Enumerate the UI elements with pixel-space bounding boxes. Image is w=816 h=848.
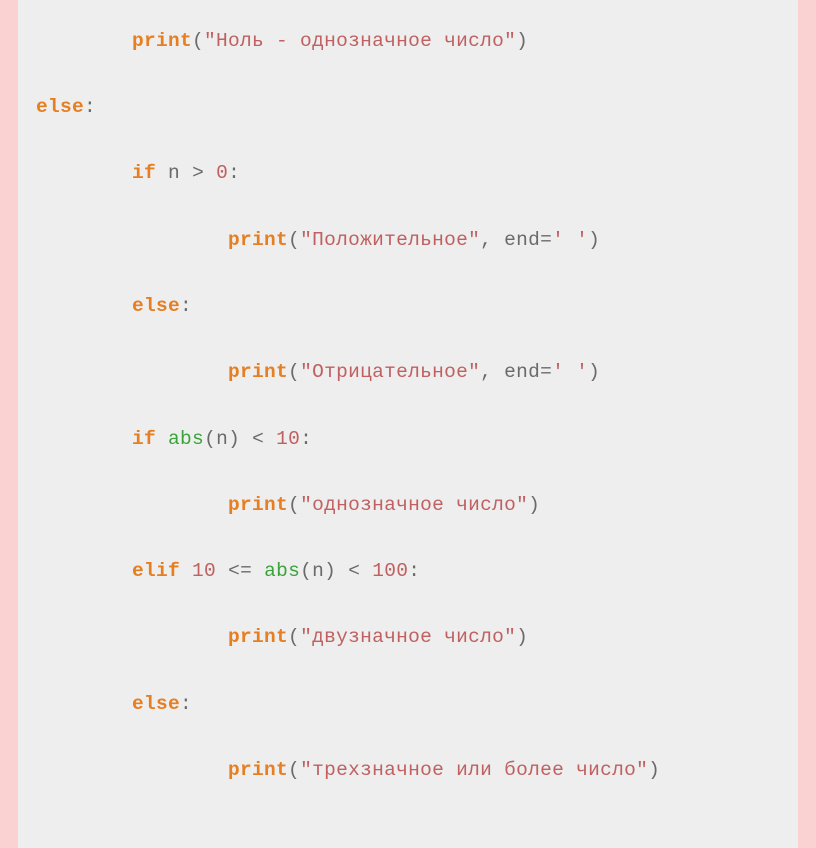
variable: n xyxy=(216,428,228,450)
punct: , xyxy=(480,229,492,251)
punct: ( xyxy=(192,30,204,52)
operator: = xyxy=(540,229,552,251)
operator: > xyxy=(192,162,204,184)
punct: ) xyxy=(516,626,528,648)
keyword: if xyxy=(132,162,156,184)
param: end xyxy=(504,229,540,251)
punct: ( xyxy=(288,759,300,781)
call: print xyxy=(228,229,288,251)
punct: ( xyxy=(204,428,216,450)
punct: ) xyxy=(516,30,528,52)
operator: = xyxy=(540,361,552,383)
number: 0 xyxy=(216,162,228,184)
punct: : xyxy=(180,295,192,317)
call: print xyxy=(228,626,288,648)
code-line: else: xyxy=(36,688,780,721)
code-line: print("Положительное", end=' ') xyxy=(36,224,780,257)
code-line: print("двузначное число") xyxy=(36,621,780,654)
code-line: else: xyxy=(36,290,780,323)
number: 10 xyxy=(276,428,300,450)
string: "однозначное число" xyxy=(300,494,528,516)
code-line: print("Ноль - однозначное число") xyxy=(36,25,780,58)
keyword: else xyxy=(36,96,84,118)
keyword: else xyxy=(132,693,180,715)
call: print xyxy=(228,494,288,516)
keyword: elif xyxy=(132,560,180,582)
code-line: print("трехзначное или более число") xyxy=(36,754,780,787)
variable: n xyxy=(312,560,324,582)
variable: n xyxy=(168,162,180,184)
call: print xyxy=(132,30,192,52)
number: 100 xyxy=(372,560,408,582)
string: "трехзначное или более число" xyxy=(300,759,648,781)
punct: : xyxy=(408,560,420,582)
call: print xyxy=(228,759,288,781)
call: print xyxy=(228,361,288,383)
punct: , xyxy=(480,361,492,383)
punct: ) xyxy=(228,428,240,450)
punct: : xyxy=(300,428,312,450)
function: abs xyxy=(168,428,204,450)
punct: ( xyxy=(288,494,300,516)
param: end xyxy=(504,361,540,383)
string: ' ' xyxy=(552,361,588,383)
code-line: else: xyxy=(36,91,780,124)
punct: : xyxy=(84,96,96,118)
code-line: if n > 0: xyxy=(36,157,780,190)
punct: ( xyxy=(300,560,312,582)
string: "Отрицательное" xyxy=(300,361,480,383)
punct: ) xyxy=(324,560,336,582)
operator: < xyxy=(252,428,264,450)
punct: : xyxy=(180,693,192,715)
code-line: print("однозначное число") xyxy=(36,489,780,522)
punct: ) xyxy=(588,229,600,251)
punct: ( xyxy=(288,229,300,251)
string: "Ноль - однозначное число" xyxy=(204,30,516,52)
function: abs xyxy=(264,560,300,582)
code-block: n = int(input("n = ")) if n == 0: print(… xyxy=(18,0,798,848)
keyword: if xyxy=(132,428,156,450)
punct: ) xyxy=(588,361,600,383)
punct: ( xyxy=(288,626,300,648)
operator: <= xyxy=(228,560,252,582)
code-line: elif 10 <= abs(n) < 100: xyxy=(36,555,780,588)
punct: ) xyxy=(528,494,540,516)
code-line: if abs(n) < 10: xyxy=(36,423,780,456)
number: 10 xyxy=(192,560,216,582)
punct: ( xyxy=(288,361,300,383)
keyword: else xyxy=(132,295,180,317)
code-line: print("Отрицательное", end=' ') xyxy=(36,356,780,389)
punct: ) xyxy=(648,759,660,781)
string: ' ' xyxy=(552,229,588,251)
operator: < xyxy=(348,560,360,582)
string: "Положительное" xyxy=(300,229,480,251)
string: "двузначное число" xyxy=(300,626,516,648)
punct: : xyxy=(228,162,240,184)
